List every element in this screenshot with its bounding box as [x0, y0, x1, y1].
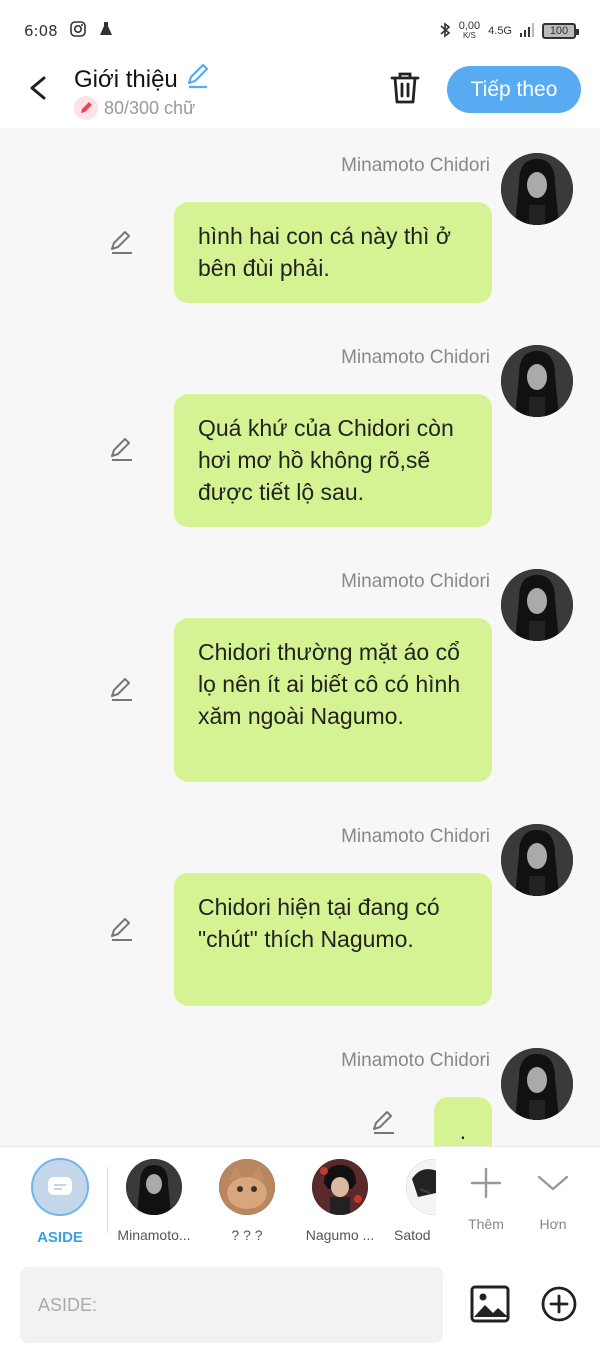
avatar[interactable] [501, 345, 573, 417]
image-icon[interactable] [470, 1285, 510, 1323]
net-speed: 0,00 K/S [459, 21, 480, 41]
sender-name: Minamoto Chidori [341, 571, 490, 592]
aside-avatar [31, 1158, 89, 1216]
message-input[interactable] [20, 1267, 443, 1343]
more-label: Hơn [539, 1216, 567, 1232]
character-minamoto[interactable]: Minamoto... [109, 1147, 199, 1243]
back-arrow-icon[interactable] [24, 72, 52, 104]
avatar [312, 1159, 368, 1215]
pencil-icon [74, 96, 98, 120]
chevron-down-icon [520, 1165, 586, 1206]
character-bar: ASIDE Minamoto... ? ? ? Nagumo ... Satod… [0, 1146, 600, 1256]
signal-icon [520, 22, 534, 40]
avatar [219, 1159, 275, 1215]
character-label: Nagumo ... [305, 1227, 375, 1243]
character-unknown[interactable]: ? ? ? [202, 1147, 292, 1243]
character-satod[interactable]: Satod [380, 1147, 436, 1243]
message-bubble[interactable]: Chidori hiện tại đang có "chút" thích Na… [174, 873, 492, 1006]
net-speed-unit: K/S [462, 31, 476, 40]
avatar[interactable] [501, 153, 573, 225]
avatar[interactable] [501, 824, 573, 896]
avatar[interactable] [501, 1048, 573, 1120]
divider [107, 1167, 108, 1233]
net-speed-value: 0,00 [458, 20, 481, 32]
instagram-icon [69, 20, 86, 42]
edit-message-icon[interactable] [108, 675, 136, 703]
character-label: ? ? ? [231, 1227, 263, 1243]
sender-name: Minamoto Chidori [341, 155, 490, 176]
sender-name: Minamoto Chidori [341, 1050, 490, 1071]
trash-icon[interactable] [388, 70, 422, 106]
character-label: Minamoto... [117, 1227, 191, 1243]
sender-name: Minamoto Chidori [341, 826, 490, 847]
network-label: 4.5G [488, 25, 512, 37]
character-label: Satod [394, 1227, 431, 1243]
avatar [126, 1159, 182, 1215]
edit-message-icon[interactable] [370, 1108, 398, 1136]
status-time: 6:08 [24, 22, 58, 40]
page-title-text: Giới thiệu [74, 65, 178, 93]
message-bubble[interactable]: Quá khứ của Chidori còn hơi mơ hồ không … [174, 394, 492, 527]
add-circle-icon[interactable] [540, 1285, 578, 1323]
header: Giới thiệu 80/300 chữ Tiếp theo [0, 62, 600, 128]
status-bar: 6:08 0,00 K/S 4.5G 100 [0, 0, 600, 62]
battery-icon: 100 [542, 23, 579, 39]
character-aside[interactable]: ASIDE [15, 1147, 105, 1246]
avatar[interactable] [501, 569, 573, 641]
edit-message-icon[interactable] [108, 435, 136, 463]
message-bubble[interactable]: Chidori thường mặt áo cổ lọ nên ít ai bi… [174, 618, 492, 782]
edit-message-icon[interactable] [108, 228, 136, 256]
next-button[interactable]: Tiếp theo [447, 66, 581, 113]
page-title: Giới thiệu [74, 62, 212, 97]
character-label: ASIDE [37, 1229, 83, 1246]
character-nagumo[interactable]: Nagumo ... [295, 1147, 385, 1243]
flask-icon [98, 21, 114, 42]
message-bubble[interactable]: hình hai con cá này thì ở bên đùi phải. [174, 202, 492, 303]
battery-level: 100 [549, 25, 569, 37]
char-counter: 80/300 chữ [74, 96, 195, 120]
message-bubble[interactable]: . [434, 1097, 492, 1146]
plus-icon [453, 1165, 519, 1206]
edit-title-icon[interactable] [184, 62, 212, 97]
add-label: Thêm [468, 1216, 504, 1232]
sender-name: Minamoto Chidori [341, 347, 490, 368]
edit-message-icon[interactable] [108, 915, 136, 943]
avatar [406, 1159, 436, 1215]
add-character-button[interactable]: Thêm [453, 1147, 519, 1232]
composer [0, 1256, 600, 1353]
more-button[interactable]: Hơn [520, 1147, 586, 1232]
char-counter-text: 80/300 chữ [104, 97, 196, 118]
message-list[interactable]: Minamoto Chidori hình hai con cá này thì… [0, 128, 600, 1146]
bluetooth-icon [439, 21, 451, 41]
